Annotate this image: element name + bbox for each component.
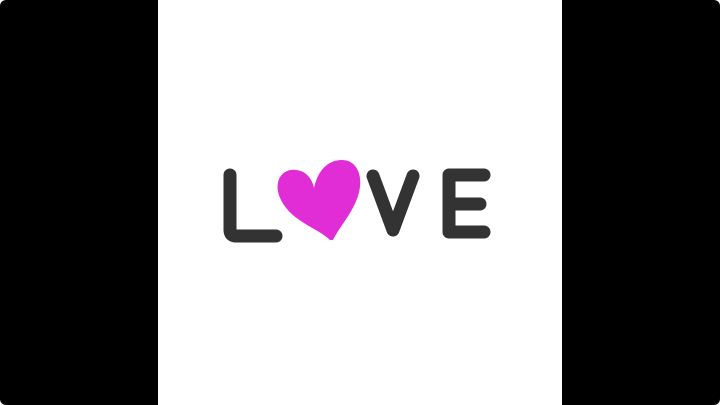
letter-e bbox=[442, 168, 491, 239]
video-frame bbox=[0, 0, 720, 405]
letter-v bbox=[366, 169, 420, 237]
love-logo bbox=[158, 0, 562, 405]
love-logo-graphic bbox=[223, 160, 491, 243]
image-canvas bbox=[158, 0, 562, 405]
letter-l bbox=[223, 168, 283, 243]
heart-icon bbox=[277, 160, 361, 240]
